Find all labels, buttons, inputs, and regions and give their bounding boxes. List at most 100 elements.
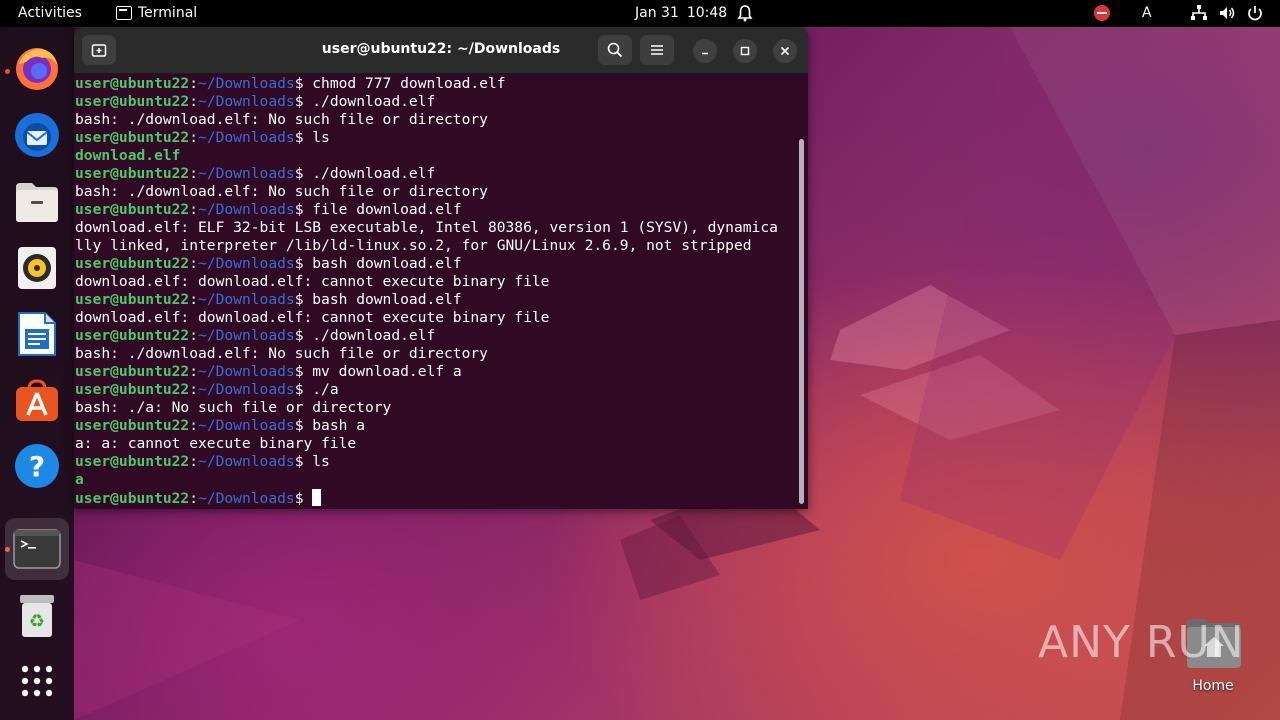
activities-button[interactable]: Activities <box>18 5 82 21</box>
command-text: bash a <box>312 417 365 434</box>
terminal-line: download.elf: download.elf: cannot execu… <box>75 309 799 327</box>
trash-icon[interactable]: ♻ <box>11 590 63 642</box>
terminal-window[interactable]: user@ubuntu22: ~/Downloads user@ubuntu22… <box>74 27 808 509</box>
show-apps-icon[interactable] <box>11 655 63 707</box>
prompt-user: user@ubuntu22 <box>75 291 190 308</box>
prompt-user: user@ubuntu22 <box>75 363 190 380</box>
prompt-path: ~/Downloads <box>198 291 295 308</box>
terminal-line: lly linked, interpreter /lib/ld-linux.so… <box>75 237 799 255</box>
app-menu[interactable]: Terminal <box>116 5 197 21</box>
terminal-line: user@ubuntu22:~/Downloads$ ls <box>75 453 799 471</box>
prompt-user: user@ubuntu22 <box>75 255 190 272</box>
terminal-line: user@ubuntu22:~/Downloads$ ./download.el… <box>75 165 799 183</box>
prompt-user: user@ubuntu22 <box>75 417 190 434</box>
prompt-separator: : <box>189 490 199 507</box>
terminal-line: download.elf: download.elf: cannot execu… <box>75 273 799 291</box>
terminal-line: user@ubuntu22:~/Downloads$ chmod 777 dow… <box>75 75 799 93</box>
close-button[interactable] <box>773 39 797 63</box>
output-text: a <box>75 471 84 488</box>
rhythmbox-icon[interactable] <box>11 242 63 294</box>
search-button[interactable] <box>598 35 632 65</box>
minimize-button[interactable] <box>693 39 717 63</box>
command-text: ./download.elf <box>312 327 436 344</box>
terminal-line: user@ubuntu22:~/Downloads$ ls <box>75 129 799 147</box>
firefox-icon[interactable] <box>11 43 63 95</box>
help-icon[interactable]: ? <box>11 440 63 492</box>
prompt-path: ~/Downloads <box>198 327 295 344</box>
maximize-button[interactable] <box>733 39 757 63</box>
libreoffice-writer-icon[interactable] <box>11 308 63 360</box>
prompt-path: ~/Downloads <box>198 129 295 146</box>
terminal-line: bash: ./download.elf: No such file or di… <box>75 183 799 201</box>
prompt-user: user@ubuntu22 <box>75 75 190 92</box>
output-text: download.elf: download.elf: cannot execu… <box>75 273 550 290</box>
terminal-line: user@ubuntu22:~/Downloads$ bash a <box>75 417 799 435</box>
prompt-end: $ <box>294 490 313 507</box>
terminal-line: bash: ./download.elf: No such file or di… <box>75 345 799 363</box>
command-text: bash download.elf <box>312 255 462 272</box>
command-text: ./download.elf <box>312 165 436 182</box>
output-text: download.elf <box>75 147 181 164</box>
terminal-line: download.elf: ELF 32-bit LSB executable,… <box>75 219 799 237</box>
prompt-end: $ <box>294 327 313 344</box>
app-menu-label: Terminal <box>138 5 198 21</box>
command-text: ls <box>312 453 330 470</box>
output-text: bash: ./download.elf: No such file or di… <box>75 111 488 128</box>
scrollbar[interactable] <box>799 139 804 504</box>
clock[interactable]: Jan 31 10:48 <box>635 5 727 21</box>
svg-text:?: ? <box>29 450 45 483</box>
prompt-path: ~/Downloads <box>198 363 295 380</box>
do-not-disturb-icon[interactable] <box>1094 5 1110 21</box>
prompt-user: user@ubuntu22 <box>75 201 190 218</box>
bell-icon[interactable] <box>737 4 753 26</box>
output-text: bash: ./download.elf: No such file or di… <box>75 183 488 200</box>
terminal-line: bash: ./download.elf: No such file or di… <box>75 111 799 129</box>
prompt-end: $ <box>294 201 313 218</box>
prompt-separator: : <box>189 201 199 218</box>
terminal-line: download.elf <box>75 147 799 165</box>
home-folder-label[interactable]: Home <box>1180 678 1246 694</box>
app-center-icon[interactable] <box>11 374 63 426</box>
prompt-path: ~/Downloads <box>198 490 295 507</box>
thunderbird-icon[interactable] <box>11 109 63 161</box>
menu-button[interactable] <box>640 35 674 65</box>
text-cursor <box>312 489 322 506</box>
prompt-user: user@ubuntu22 <box>75 490 190 507</box>
command-text: ls <box>312 129 330 146</box>
prompt-path: ~/Downloads <box>198 381 295 398</box>
prompt-user: user@ubuntu22 <box>75 93 190 110</box>
output-text: download.elf: download.elf: cannot execu… <box>75 309 550 326</box>
watermark-text: ANY RUN <box>1038 616 1245 668</box>
prompt-path: ~/Downloads <box>198 93 295 110</box>
prompt-separator: : <box>189 327 199 344</box>
prompt-separator: : <box>189 363 199 380</box>
volume-icon[interactable] <box>1218 4 1236 26</box>
language-indicator[interactable]: A <box>1142 5 1152 21</box>
output-text: bash: ./download.elf: No such file or di… <box>75 345 488 362</box>
prompt-separator: : <box>189 165 199 182</box>
terminal-header-bar[interactable]: user@ubuntu22: ~/Downloads <box>74 27 808 74</box>
network-icon[interactable] <box>1190 4 1208 26</box>
clock-date: Jan 31 <box>635 5 679 21</box>
terminal-line: user@ubuntu22:~/Downloads$ file download… <box>75 201 799 219</box>
command-text: ./download.elf <box>312 93 436 110</box>
output-text: bash: ./a: No such file or directory <box>75 399 392 416</box>
terminal-line: user@ubuntu22:~/Downloads$ ./download.el… <box>75 93 799 111</box>
prompt-end: $ <box>294 381 313 398</box>
power-icon[interactable] <box>1246 4 1264 26</box>
terminal-icon[interactable] <box>5 518 69 580</box>
prompt-user: user@ubuntu22 <box>75 381 190 398</box>
anyrun-watermark: ANY RUN <box>1038 612 1245 672</box>
prompt-end: $ <box>294 129 313 146</box>
terminal-line: bash: ./a: No such file or directory <box>75 399 799 417</box>
terminal-output[interactable]: user@ubuntu22:~/Downloads$ chmod 777 dow… <box>75 75 799 509</box>
terminal-line: user@ubuntu22:~/Downloads$ ./download.el… <box>75 327 799 345</box>
terminal-line: a <box>75 471 799 489</box>
files-icon[interactable] <box>11 176 63 228</box>
terminal-mini-icon <box>116 6 132 20</box>
prompt-path: ~/Downloads <box>198 417 295 434</box>
terminal-line: a: a: cannot execute binary file <box>75 435 799 453</box>
command-text: file download.elf <box>312 201 462 218</box>
prompt-separator: : <box>189 291 199 308</box>
prompt-separator: : <box>189 75 199 92</box>
